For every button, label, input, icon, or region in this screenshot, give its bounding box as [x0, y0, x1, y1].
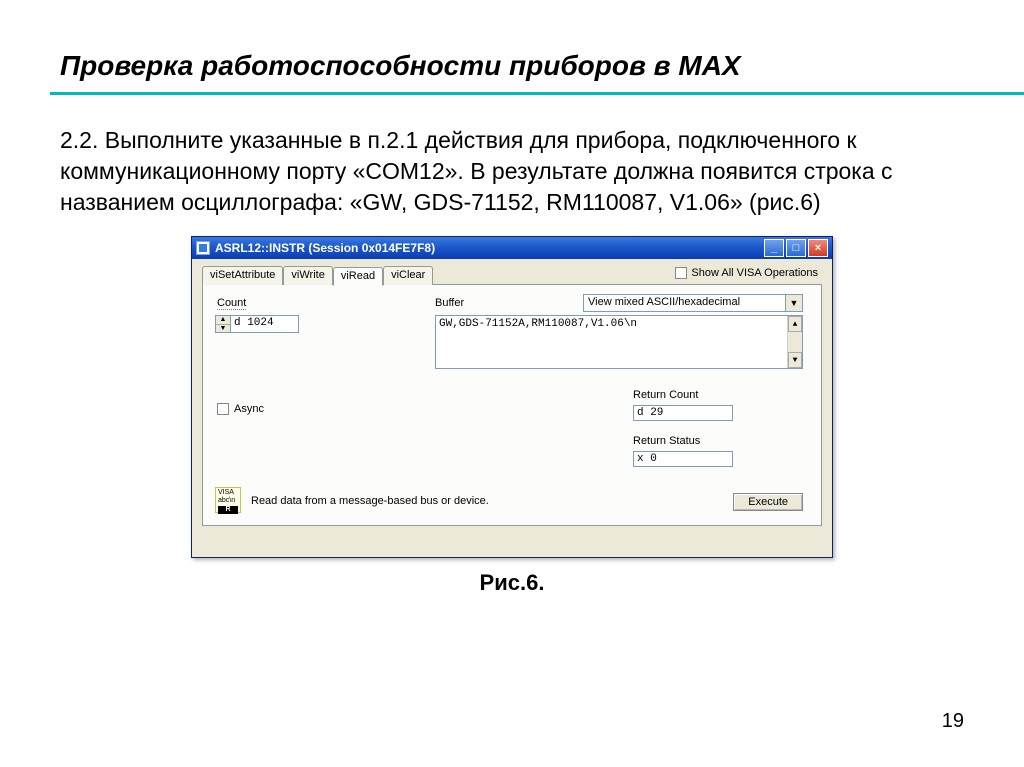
- spinner-up-icon[interactable]: ▲: [216, 316, 230, 324]
- tab-viread[interactable]: viRead: [333, 267, 383, 286]
- chevron-down-icon[interactable]: ▼: [786, 294, 803, 312]
- count-label: Count: [217, 297, 246, 310]
- title-rule: [50, 92, 1024, 95]
- view-mode-dropdown[interactable]: View mixed ASCII/hexadecimal ▼: [583, 294, 803, 312]
- tab-viwrite[interactable]: viWrite: [283, 266, 332, 285]
- scroll-down-icon[interactable]: ▼: [788, 352, 802, 368]
- maximize-button[interactable]: □: [786, 239, 806, 257]
- slide-body: 2.2. Выполните указанные в п.2.1 действи…: [60, 125, 964, 218]
- window-sys-icon: [196, 241, 210, 255]
- view-mode-value: View mixed ASCII/hexadecimal: [583, 294, 786, 312]
- figure-caption: Рис.6.: [60, 570, 964, 596]
- async-label: Async: [234, 403, 264, 415]
- return-count-label: Return Count: [633, 389, 698, 401]
- buffer-label: Buffer: [435, 297, 464, 309]
- return-status-value: x 0: [633, 451, 733, 467]
- return-status-label: Return Status: [633, 435, 700, 447]
- spinner-down-icon[interactable]: ▼: [216, 324, 230, 333]
- count-value[interactable]: d 1024: [231, 315, 299, 333]
- return-count-value: d 29: [633, 405, 733, 421]
- page-number: 19: [942, 710, 964, 733]
- checkbox-icon: [217, 403, 229, 415]
- scrollbar[interactable]: ▲ ▼: [787, 316, 802, 368]
- titlebar[interactable]: ASRL12::INSTR (Session 0x014FE7F8) _ □ ×: [192, 237, 832, 259]
- tab-visetattribute[interactable]: viSetAttribute: [202, 266, 283, 285]
- buffer-text: GW,GDS-71152A,RM110087,V1.06\n: [439, 318, 785, 366]
- close-button[interactable]: ×: [808, 239, 828, 257]
- visa-hint-icon: VISA abc\n R: [215, 487, 241, 513]
- buffer-textarea[interactable]: GW,GDS-71152A,RM110087,V1.06\n ▲ ▼: [435, 315, 803, 369]
- hint-text: Read data from a message-based bus or de…: [251, 495, 489, 507]
- dialog-window: ASRL12::INSTR (Session 0x014FE7F8) _ □ ×…: [191, 236, 833, 558]
- count-spinner[interactable]: ▲ ▼ d 1024: [215, 315, 299, 333]
- minimize-button[interactable]: _: [764, 239, 784, 257]
- slide-title: Проверка работоспособности приборов в MA…: [60, 50, 964, 82]
- async-checkbox[interactable]: Async: [217, 403, 264, 415]
- execute-button[interactable]: Execute: [733, 493, 803, 511]
- tab-viclear[interactable]: viClear: [383, 266, 433, 285]
- scroll-up-icon[interactable]: ▲: [788, 316, 802, 332]
- tab-panel-viread: Count ▲ ▼ d 1024 Buffer View mixed ASCII…: [202, 284, 822, 526]
- window-title: ASRL12::INSTR (Session 0x014FE7F8): [215, 241, 764, 255]
